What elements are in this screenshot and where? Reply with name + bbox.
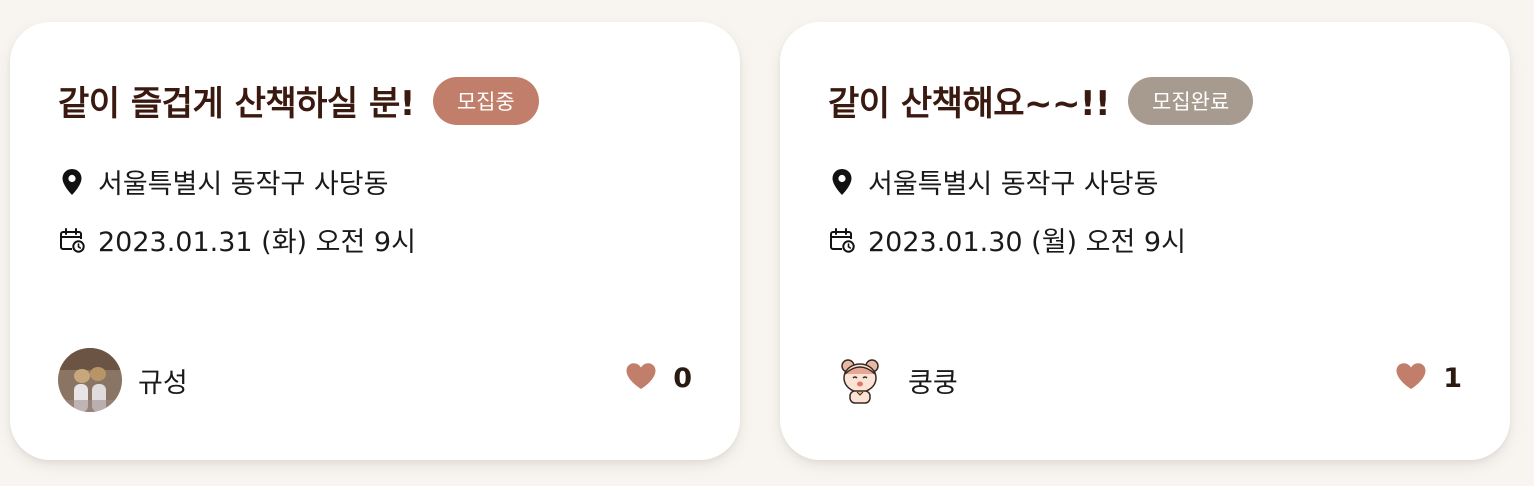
post-title: 같이 산책해요~~!!: [828, 84, 1111, 124]
post-title: 같이 즐겁게 산책하실 분!: [58, 84, 415, 124]
calendar-clock-icon: [828, 226, 856, 254]
avatar: [58, 348, 122, 412]
card-header: 같이 즐겁게 산책하실 분! 모집중: [58, 76, 539, 125]
like-count: 1: [1443, 362, 1462, 394]
date-text: 2023.01.31 (화) 오전 9시: [98, 227, 416, 258]
calendar-clock-icon: [58, 226, 86, 254]
avatar: [828, 348, 892, 412]
location-text: 서울특별시 동작구 사당동: [98, 169, 389, 200]
heart-icon[interactable]: [625, 362, 657, 394]
heart-icon[interactable]: [1395, 362, 1427, 394]
location-text: 서울특별시 동작구 사당동: [868, 169, 1159, 200]
location-row: 서울특별시 동작구 사당동: [828, 162, 1158, 201]
like-counter[interactable]: 1: [1395, 362, 1462, 394]
status-badge: 모집완료: [1128, 76, 1254, 125]
author-name: 규성: [138, 367, 188, 399]
date-row: 2023.01.31 (화) 오전 9시: [58, 220, 416, 259]
status-badge: 모집중: [432, 76, 539, 125]
location-pin-icon: [828, 168, 856, 196]
like-counter[interactable]: 0: [625, 362, 692, 394]
location-row: 서울특별시 동작구 사당동: [58, 162, 388, 201]
location-pin-icon: [58, 168, 86, 196]
author-name: 쿵쿵: [908, 367, 958, 399]
walk-post-card[interactable]: 같이 산책해요~~!! 모집완료 서울특별시 동작구 사당동 2023.01.3…: [780, 22, 1510, 460]
date-text: 2023.01.30 (월) 오전 9시: [868, 227, 1186, 258]
card-header: 같이 산책해요~~!! 모집완료: [828, 76, 1254, 125]
author-info: 쿵쿵: [828, 348, 958, 412]
author-info: 규성: [58, 348, 188, 412]
date-row: 2023.01.30 (월) 오전 9시: [828, 220, 1186, 259]
like-count: 0: [673, 362, 692, 394]
walk-post-card[interactable]: 같이 즐겁게 산책하실 분! 모집중 서울특별시 동작구 사당동 2023.01…: [10, 22, 740, 460]
walk-post-list: 같이 즐겁게 산책하실 분! 모집중 서울특별시 동작구 사당동 2023.01…: [10, 22, 1510, 460]
